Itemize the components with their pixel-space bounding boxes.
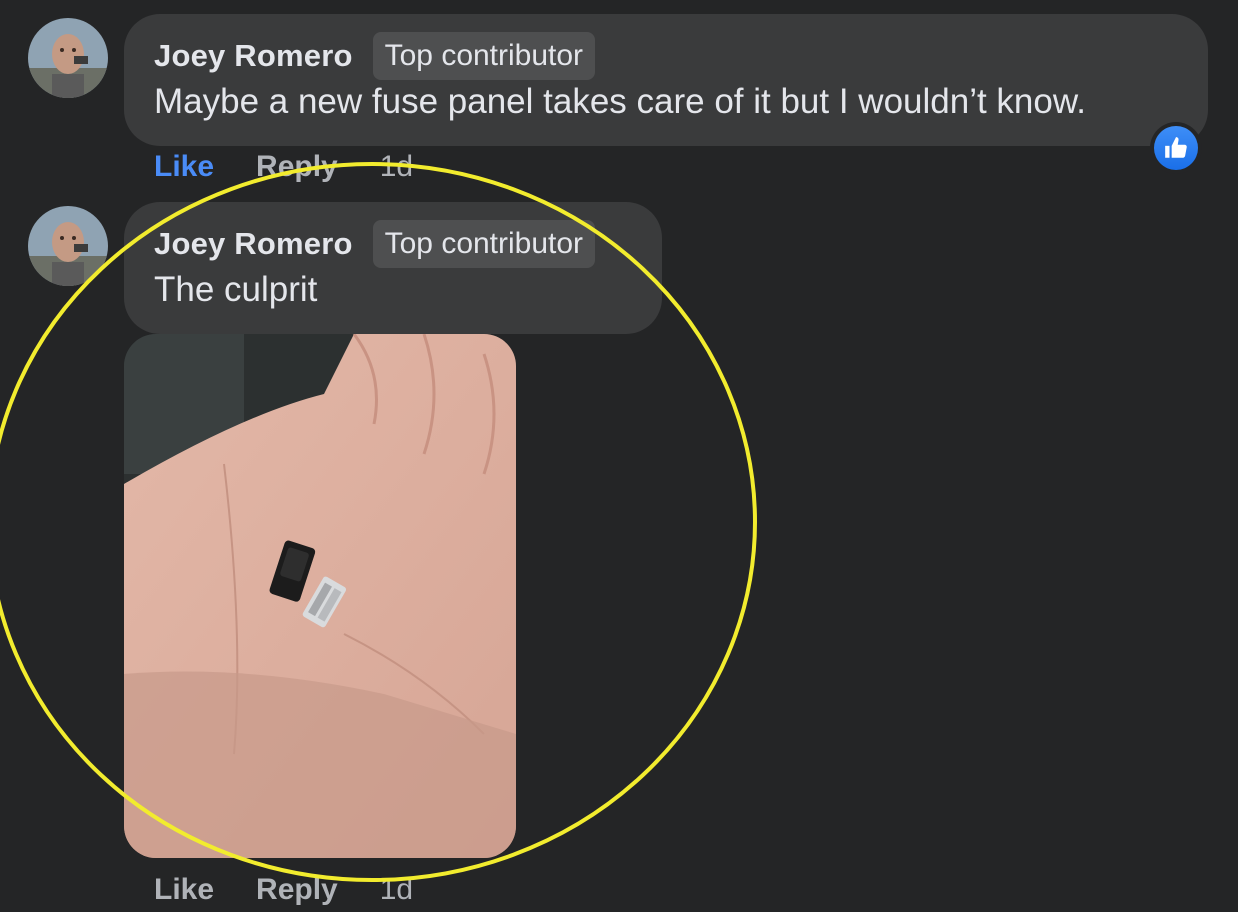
reply-button[interactable]: Reply: [256, 873, 338, 907]
comment-photo[interactable]: [124, 334, 516, 858]
comment-thread: Joey Romero Top contributor Maybe a new …: [0, 0, 1238, 912]
reaction-summary[interactable]: [1150, 122, 1202, 174]
comment-author[interactable]: Joey Romero: [154, 38, 353, 74]
top-contributor-badge[interactable]: Top contributor: [372, 32, 596, 80]
avatar-photo: [28, 206, 108, 286]
comment-text: Maybe a new fuse panel takes care of it …: [154, 82, 1086, 121]
like-reaction-icon: [1165, 137, 1187, 158]
comment-bubble: Joey Romero Top contributor The culprit: [124, 202, 662, 334]
avatar-photo: [28, 18, 108, 98]
commenter-avatar[interactable]: [28, 18, 108, 98]
commenter-avatar[interactable]: [28, 206, 108, 286]
reply-button[interactable]: Reply: [256, 150, 338, 184]
comment-actions: Like Reply 1d: [154, 873, 413, 907]
comment-timestamp[interactable]: 1d: [380, 873, 413, 907]
comment-text: The culprit: [154, 270, 318, 309]
comment-bubble: Joey Romero Top contributor Maybe a new …: [124, 14, 1208, 146]
top-contributor-badge[interactable]: Top contributor: [372, 220, 596, 268]
comment-timestamp[interactable]: 1d: [380, 150, 413, 184]
like-button[interactable]: Like: [154, 873, 214, 907]
comment-actions: Like Reply 1d: [154, 150, 413, 184]
fuse-in-palm-photo: [124, 334, 516, 858]
comment-author[interactable]: Joey Romero: [154, 226, 353, 262]
like-button[interactable]: Like: [154, 150, 214, 184]
